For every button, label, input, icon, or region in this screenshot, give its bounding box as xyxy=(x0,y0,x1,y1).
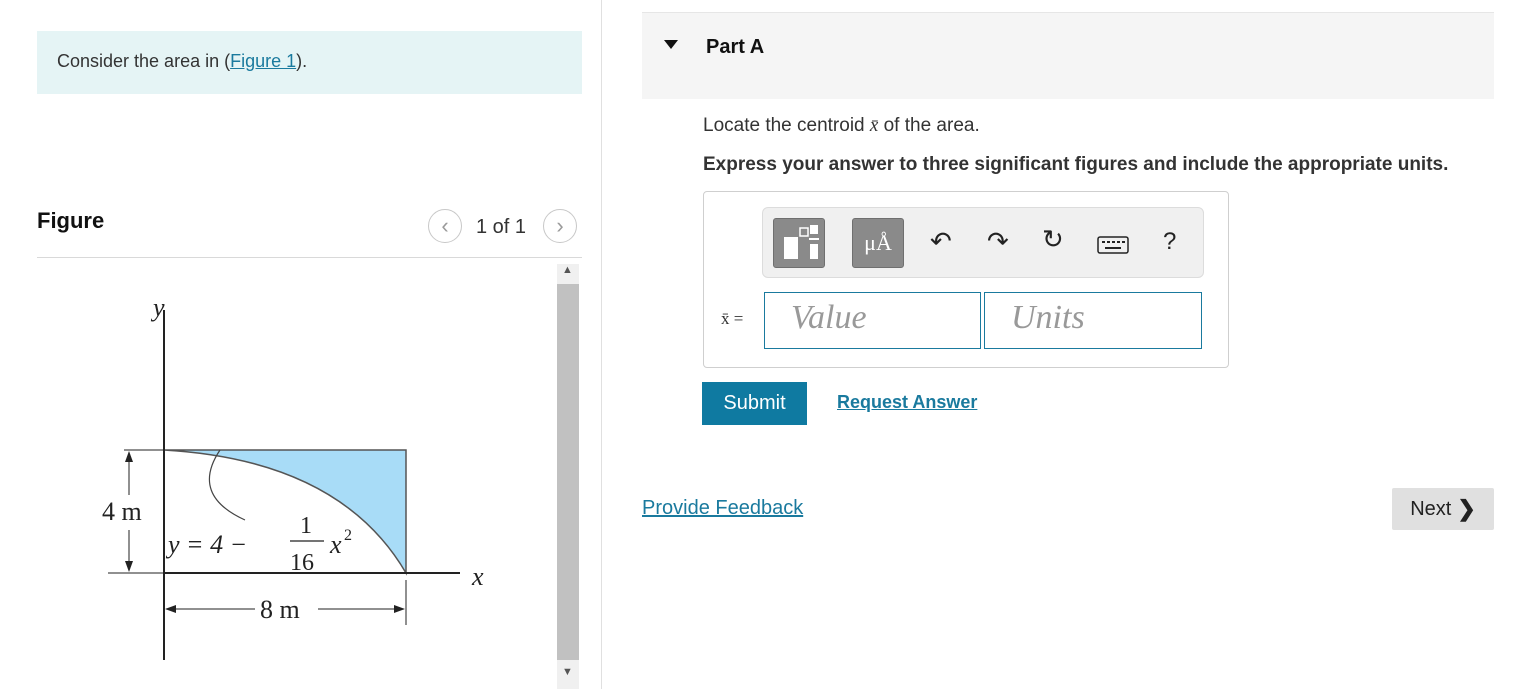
height-label: 4 m xyxy=(102,497,142,526)
chevron-left-icon: ‹ xyxy=(441,213,449,238)
figure-scrollbar-thumb[interactable] xyxy=(557,284,579,660)
next-button[interactable]: Next ❯ xyxy=(1392,488,1494,530)
height-arrow-down xyxy=(125,561,133,572)
templates-button[interactable] xyxy=(773,218,825,268)
figure-link[interactable]: Figure 1 xyxy=(230,51,296,71)
width-label: 8 m xyxy=(260,595,300,624)
figure-title: Figure xyxy=(37,208,105,233)
keyboard-icon[interactable] xyxy=(1097,236,1129,256)
figure-diagram: y x 4 m 8 m y = 4 − 1 16 x 2 xyxy=(102,293,484,660)
scroll-up-arrow-icon[interactable]: ▲ xyxy=(562,264,573,276)
request-answer-link[interactable]: Request Answer xyxy=(837,392,977,413)
question-text: Locate the centroid x̄ of the area. xyxy=(703,115,980,137)
equation-numerator: 1 xyxy=(300,513,312,539)
value-input[interactable]: Value xyxy=(764,292,981,349)
caret-down-icon[interactable] xyxy=(664,40,678,49)
width-arrow-right xyxy=(394,605,405,613)
redo-icon[interactable]: ↷ xyxy=(987,226,1009,257)
answer-instruction: Express your answer to three significant… xyxy=(703,154,1449,175)
math-toolbar xyxy=(762,207,1204,278)
next-label: Next xyxy=(1410,497,1452,520)
next-figure-button[interactable]: › xyxy=(543,209,577,243)
equation-lhs: y = 4 − xyxy=(165,530,247,559)
reset-icon[interactable]: ↻ xyxy=(1042,224,1064,255)
chevron-right-icon: ❯ xyxy=(1457,496,1476,521)
height-arrow-up xyxy=(125,451,133,462)
submit-button[interactable]: Submit xyxy=(702,382,807,425)
equation-denominator: 16 xyxy=(290,550,314,576)
equation-x: x xyxy=(329,530,342,559)
y-axis-label: y xyxy=(150,293,165,322)
previous-figure-button[interactable]: ‹ xyxy=(428,209,462,243)
answer-variable-label: x̄ = xyxy=(721,309,744,328)
units-button[interactable]: μÅ xyxy=(852,218,904,268)
x-axis-label: x xyxy=(471,562,484,591)
prompt-text: Consider the area in ( xyxy=(57,51,231,71)
problem-statement: Consider the area in (Figure 1). xyxy=(37,31,582,94)
equation-exponent: 2 xyxy=(344,527,352,544)
prompt-text-end: ). xyxy=(296,51,308,71)
question-text-end: of the area. xyxy=(878,115,980,136)
figure-divider xyxy=(37,257,582,258)
part-a-header[interactable] xyxy=(642,12,1494,99)
column-divider xyxy=(601,0,602,689)
scroll-down-arrow-icon[interactable]: ▼ xyxy=(562,666,573,678)
help-button[interactable]: ? xyxy=(1163,228,1176,256)
part-title: Part A xyxy=(706,36,765,58)
units-label: μÅ xyxy=(864,230,892,255)
chevron-right-icon: › xyxy=(556,213,564,238)
units-input[interactable]: Units xyxy=(984,292,1202,349)
width-arrow-left xyxy=(165,605,176,613)
provide-feedback-link[interactable]: Provide Feedback xyxy=(642,497,803,520)
undo-icon[interactable]: ↶ xyxy=(930,226,952,257)
templates-icon xyxy=(784,225,819,259)
figure-pager: 1 of 1 xyxy=(476,216,527,238)
question-text-start: Locate the centroid xyxy=(703,115,870,136)
